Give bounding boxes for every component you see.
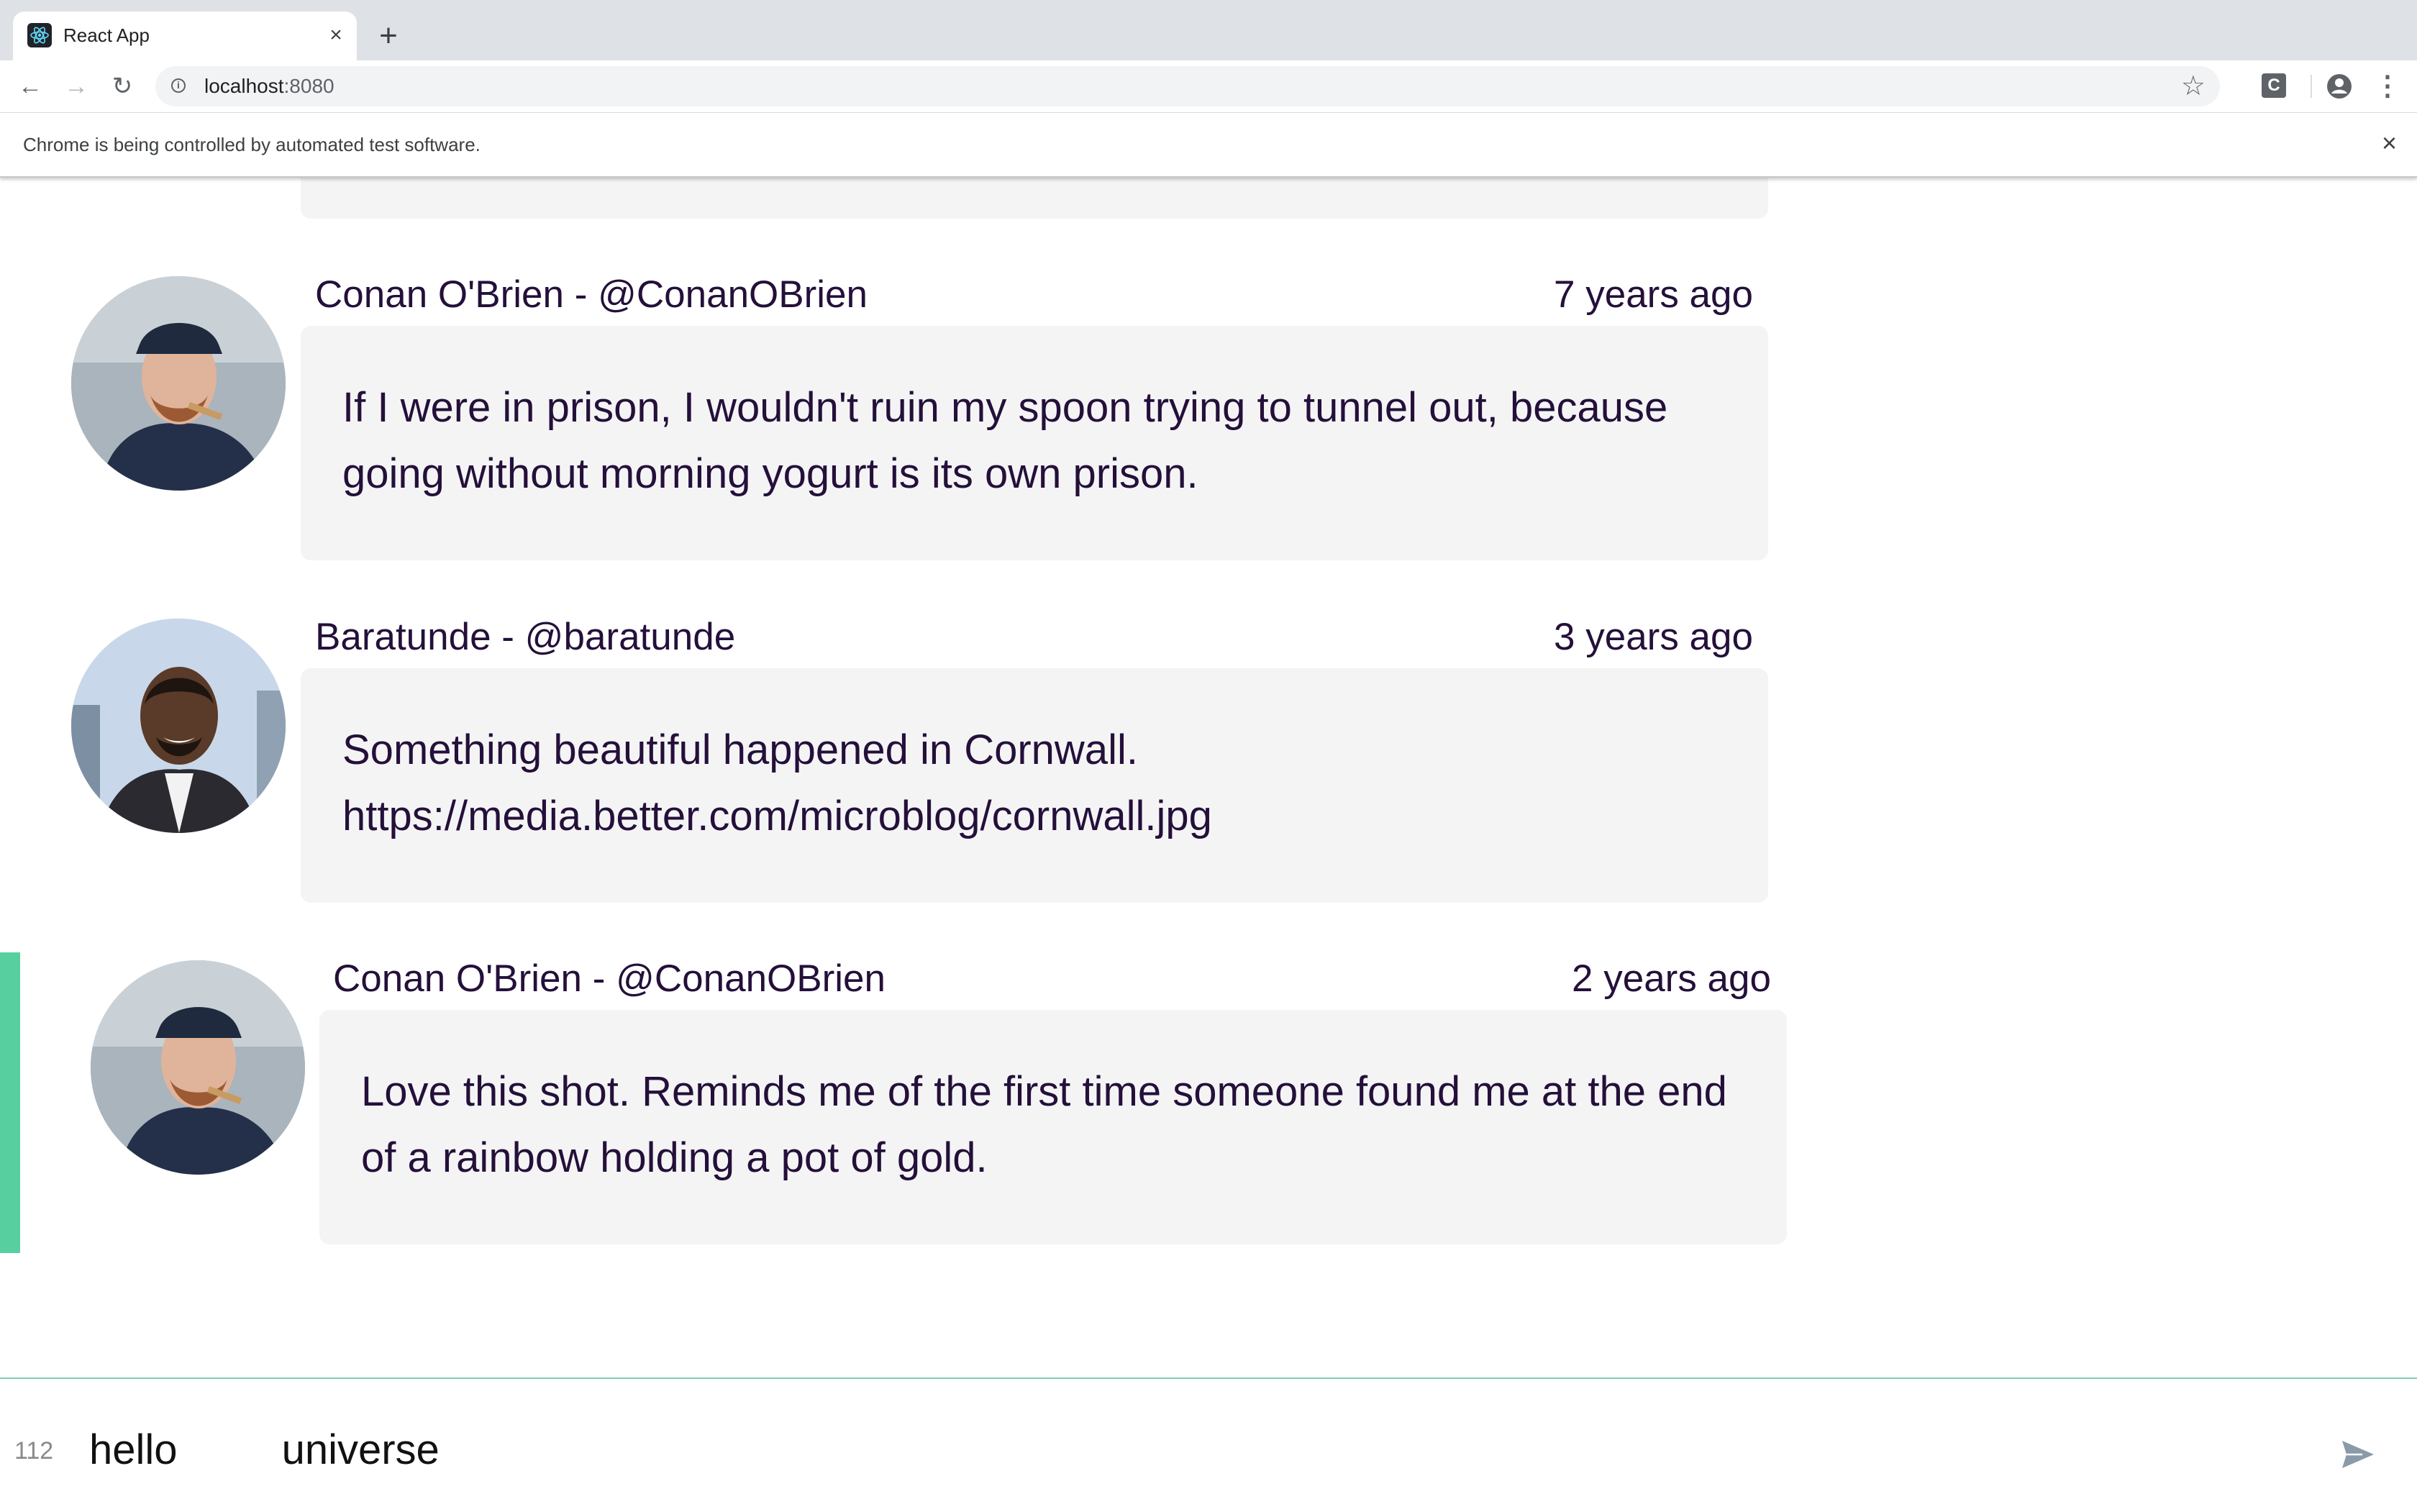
character-count: 112 xyxy=(14,1437,54,1465)
post-bubble[interactable]: If I were in prison, I wouldn't ruin my … xyxy=(301,326,1768,560)
post-author[interactable]: Conan O'Brien - @ConanOBrien xyxy=(333,957,886,1001)
browser-toolbar: ← → ↻ i localhost:8080 ☆ C ⋮ xyxy=(0,60,2417,113)
address-bar[interactable]: i localhost:8080 ☆ xyxy=(155,66,2220,106)
tab-title: React App xyxy=(63,24,150,46)
post-feed[interactable]: Conan O'Brien - @ConanOBrien 7 years ago… xyxy=(0,178,2417,1377)
post-body: Something beautiful happened in Cornwall… xyxy=(342,727,1212,839)
composer: 112 hello universe xyxy=(0,1377,2417,1512)
post-body: Love this shot. Reminds me of the first … xyxy=(361,1068,1727,1181)
url-host: localhost xyxy=(204,75,284,97)
post-body: If I were in prison, I wouldn't ruin my … xyxy=(342,384,1668,497)
send-icon[interactable] xyxy=(2341,1439,2375,1470)
url-port: :8080 xyxy=(283,75,334,97)
infobar-close-icon[interactable]: × xyxy=(2382,130,2397,156)
selected-post-indicator xyxy=(0,952,20,1253)
infobar-text: Chrome is being controlled by automated … xyxy=(23,134,481,155)
post-author[interactable]: Conan O'Brien - @ConanOBrien xyxy=(315,273,868,317)
tab-close-icon[interactable]: × xyxy=(324,23,348,47)
menu-icon[interactable]: ⋮ xyxy=(2374,72,2401,101)
browser-tab[interactable]: React App × xyxy=(13,12,357,60)
url-text[interactable]: localhost:8080 xyxy=(204,76,334,97)
automation-infobar: Chrome is being controlled by automated … xyxy=(0,113,2417,178)
post-bubble[interactable]: Love this shot. Reminds me of the first … xyxy=(319,1010,1787,1244)
tab-strip: React App × + xyxy=(0,0,2417,60)
star-icon[interactable]: ☆ xyxy=(2181,72,2206,101)
previous-post-card[interactable] xyxy=(301,178,1768,219)
compose-input[interactable]: hello universe xyxy=(89,1425,440,1475)
profile-icon[interactable] xyxy=(2325,72,2354,101)
forward-icon[interactable]: → xyxy=(62,72,91,101)
post-author[interactable]: Baratunde - @baratunde xyxy=(315,615,735,660)
post-timestamp: 2 years ago xyxy=(1572,957,1771,1000)
info-icon[interactable]: i xyxy=(171,78,186,93)
back-icon[interactable]: ← xyxy=(16,72,45,101)
react-favicon-icon xyxy=(27,23,52,47)
reload-icon[interactable]: ↻ xyxy=(108,72,137,101)
new-tab-button[interactable]: + xyxy=(374,20,403,52)
avatar[interactable] xyxy=(91,960,305,1175)
post-timestamp: 3 years ago xyxy=(1554,616,1753,658)
extension-icon[interactable]: C xyxy=(2262,73,2286,98)
avatar[interactable] xyxy=(71,276,286,491)
avatar[interactable] xyxy=(71,619,286,833)
toolbar-divider xyxy=(2311,75,2312,98)
post-bubble[interactable]: Something beautiful happened in Cornwall… xyxy=(301,668,1768,903)
post-timestamp: 7 years ago xyxy=(1554,273,1753,316)
